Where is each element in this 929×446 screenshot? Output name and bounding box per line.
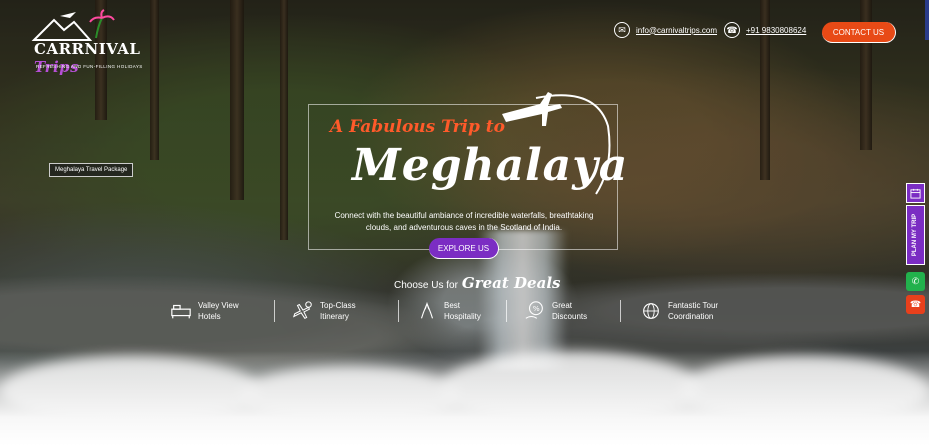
- phone-link[interactable]: +91 9830808624: [746, 26, 806, 35]
- hands-icon: [420, 301, 434, 319]
- email-contact[interactable]: ✉ info@carnivaltrips.com: [614, 22, 717, 38]
- plane-pin-icon: [292, 301, 312, 319]
- explore-us-button[interactable]: EXPLORE US: [429, 238, 499, 259]
- calendar-icon: [910, 188, 921, 199]
- hero-description: Connect with the beautiful ambiance of i…: [334, 211, 594, 232]
- globe-icon: [643, 303, 659, 319]
- discount-icon: %: [525, 301, 543, 319]
- contact-us-button[interactable]: CONTACT US: [822, 22, 896, 43]
- bed-icon: [171, 304, 191, 319]
- whatsapp-icon: ✆: [911, 276, 920, 286]
- phone-icon: ☎: [724, 22, 740, 38]
- features-row: Valley View Hotels Top-Class Itinerary Bes…: [166, 300, 726, 326]
- svg-text:%: %: [533, 304, 540, 313]
- deals-heading: Choose Us for Great Deals: [394, 274, 561, 292]
- scrollbar[interactable]: [925, 0, 929, 40]
- package-label[interactable]: Meghalaya Travel Package: [49, 163, 134, 177]
- feature-valley-view-hotels: Valley View Hotels: [170, 300, 239, 322]
- logo-mountain-icon: [31, 9, 115, 41]
- phone-icon: ☎: [909, 299, 922, 309]
- calendar-button[interactable]: [906, 183, 925, 203]
- feature-best-hospitality: Best Hospitality: [416, 300, 481, 322]
- email-link[interactable]: info@carnivaltrips.com: [636, 26, 717, 35]
- site-logo[interactable]: CARRNIVAL Trips REFRESHING AND FUN-FILLI…: [30, 8, 143, 76]
- whatsapp-button[interactable]: ✆: [906, 272, 925, 291]
- feature-top-class-itinerary: Top-Class Itinerary: [292, 300, 356, 322]
- logo-tagline: REFRESHING AND FUN-FILLING HOLIDAYS: [36, 64, 143, 69]
- email-icon: ✉: [614, 22, 630, 38]
- phone-contact[interactable]: ☎ +91 9830808624: [724, 22, 806, 38]
- hero-tagline: A Fabulous Trip to: [330, 117, 505, 137]
- hero-title: Meghalaya: [352, 140, 629, 191]
- feature-fantastic-tour-coordination: Fantastic Tour Coordination: [640, 300, 718, 322]
- plan-my-trip-button[interactable]: PLAN MY TRIP: [906, 205, 925, 265]
- call-button[interactable]: ☎: [906, 295, 925, 314]
- feature-great-discounts: % Great Discounts: [524, 300, 587, 322]
